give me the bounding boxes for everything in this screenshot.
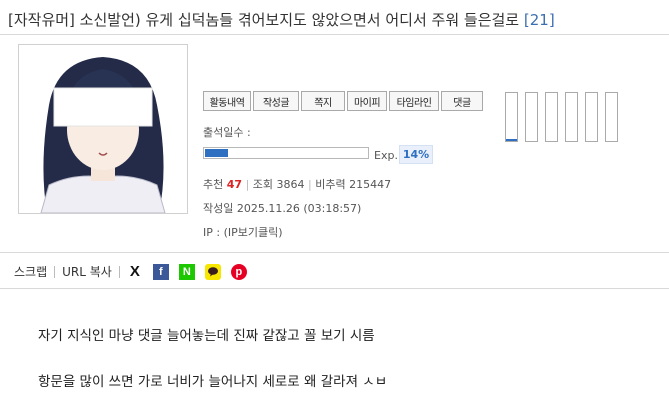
stats-separator: | — [245, 178, 250, 191]
ratio-value: 215447 — [349, 178, 392, 191]
ip-label: IP : — [203, 226, 221, 239]
activity-button[interactable]: 활동내역 — [203, 91, 251, 111]
kakaotalk-icon[interactable] — [204, 263, 221, 280]
date-label: 작성일 — [203, 202, 234, 215]
post-ip: IP : (IP보기클릭) — [203, 224, 283, 240]
share-separator — [118, 265, 120, 278]
gauge — [545, 92, 558, 142]
gauge — [565, 92, 578, 142]
exp-percent: 14% — [399, 145, 433, 164]
gauge — [605, 92, 618, 142]
post-stats: 추천 47 | 조회 3864 | 비추력 215447 — [203, 176, 391, 192]
x-icon[interactable]: X — [127, 263, 143, 280]
comments-button[interactable]: 댓글 — [441, 91, 483, 111]
gauge — [585, 92, 598, 142]
timeline-button[interactable]: 타임라인 — [389, 91, 439, 111]
comment-count[interactable]: [21] — [524, 11, 555, 29]
naver-icon[interactable]: N — [178, 263, 195, 280]
exp-progress-bar — [203, 147, 369, 159]
profile-actions: 활동내역 작성글 쪽지 마이피 타임라인 댓글 — [203, 91, 483, 111]
views-count: 3864 — [276, 178, 305, 191]
share-bar: 스크랩 URL 복사 X f N p — [14, 263, 247, 280]
stats-separator: | — [308, 178, 312, 191]
post-date: 작성일 2025.11.26 (03:18:57) — [203, 200, 361, 216]
pinterest-icon[interactable]: p — [230, 263, 247, 280]
posts-button[interactable]: 작성글 — [253, 91, 299, 111]
exp-progress-fill — [205, 149, 228, 157]
gauge-fill — [506, 139, 517, 141]
exp-label: Exp. — [374, 149, 398, 162]
post-body-line: 자기 지식인 마냥 댓글 늘어놓는데 진짜 같잖고 꼴 보기 시름 — [38, 328, 375, 344]
share-separator — [54, 265, 56, 278]
recommend-count: 47 — [226, 178, 243, 191]
divider — [0, 252, 669, 253]
message-button[interactable]: 쪽지 — [301, 91, 345, 111]
scrap-button[interactable]: 스크랩 — [14, 263, 47, 280]
level-gauges — [505, 92, 618, 142]
views-label: 조회 — [252, 178, 274, 191]
ratio-label: 비추력 — [315, 178, 346, 191]
divider — [0, 34, 669, 35]
mypi-button[interactable]: 마이피 — [347, 91, 387, 111]
recommend-label: 추천 — [203, 178, 224, 191]
post-title-text: [자작유머] 소신발언) 유게 십덕놈들 겪어보지도 않았으면서 어디서 주워 … — [8, 11, 520, 29]
avatar — [18, 44, 188, 214]
divider — [0, 288, 669, 289]
post-title: [자작유머] 소신발언) 유게 십덕놈들 겪어보지도 않았으면서 어디서 주워 … — [8, 9, 668, 30]
post-body-line: 항문을 많이 쓰면 가로 너비가 늘어나지 세로로 왜 갈라져 ㅅㅂ — [38, 374, 388, 390]
attendance-label: 출석일수 : — [203, 126, 251, 139]
date-value: 2025.11.26 (03:18:57) — [236, 202, 362, 215]
ip-reveal-link[interactable]: (IP보기클릭) — [224, 226, 283, 239]
avatar-image — [19, 45, 187, 213]
url-copy-button[interactable]: URL 복사 — [62, 263, 112, 280]
speech-bubble-icon — [207, 267, 218, 277]
gauge — [525, 92, 538, 142]
facebook-icon[interactable]: f — [152, 263, 169, 280]
gauge — [505, 92, 518, 142]
